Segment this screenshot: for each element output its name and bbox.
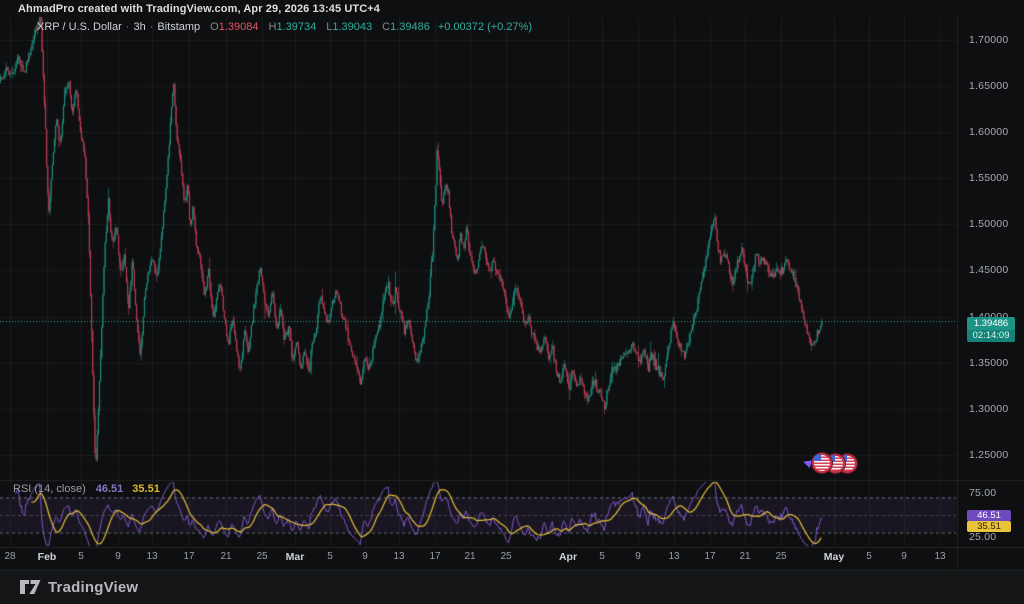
time-tick-label: 13 [668, 551, 679, 562]
open-value: 1.39084 [219, 21, 259, 33]
rsi-ma-value: 35.51 [132, 483, 160, 495]
time-tick-label: 17 [183, 551, 194, 562]
axis-tick-label: 1.70000 [969, 34, 1008, 46]
high-value: 1.39734 [276, 21, 316, 33]
time-tick-label: 9 [635, 551, 641, 562]
last-price-value: 1.39486 [967, 317, 1015, 330]
interval-label: 3h [133, 21, 145, 33]
axis-tick-label: 1.25000 [969, 449, 1008, 461]
open-label: O [210, 21, 219, 33]
exchange-label: Bitstamp [157, 21, 200, 33]
rsi-indicator-legend[interactable]: RSI (14, close) 46.51 35.51 [13, 483, 160, 495]
time-tick-label: 5 [78, 551, 84, 562]
legend-separator: · [150, 21, 154, 33]
last-price-axis-label: 1.39486 02:14:09 [967, 317, 1015, 342]
time-tick-label: 17 [704, 551, 715, 562]
time-tick-label: 25 [500, 551, 511, 562]
axis-tick-label: 1.50000 [969, 218, 1008, 230]
close-label: C [382, 21, 390, 33]
axis-tick-label: 75.00 [969, 487, 996, 499]
time-tick-label: 25 [775, 551, 786, 562]
close-value: 1.39486 [390, 21, 430, 33]
symbol-title: XRP / U.S. Dollar [37, 21, 122, 33]
time-tick-label: 25 [256, 551, 267, 562]
time-tick-label: Apr [559, 551, 577, 563]
chart-canvas[interactable] [0, 0, 1024, 604]
axis-tick-label: 1.60000 [969, 126, 1008, 138]
tradingview-logo[interactable]: TradingView [20, 578, 138, 596]
footer-bar: TradingView [0, 570, 1024, 604]
price-axis[interactable]: 1.70000 1.65000 1.60000 1.55000 1.50000 1.450… [958, 0, 1024, 570]
time-tick-label: 17 [429, 551, 440, 562]
time-tick-label: 21 [739, 551, 750, 562]
time-tick-label: 9 [901, 551, 907, 562]
tradingview-brand-text: TradingView [48, 579, 138, 596]
rsi-axis-badge: 46.51 [967, 510, 1011, 521]
symbol-legend[interactable]: XRP / U.S. Dollar·3h·BitstampO1.39084H1.… [37, 21, 532, 33]
axis-tick-label: 25.00 [969, 531, 996, 543]
tradingview-chart-window: AhmadPro created with TradingView.com, A… [0, 0, 1024, 604]
time-tick-label: 5 [866, 551, 872, 562]
time-tick-label: 13 [934, 551, 945, 562]
attribution-text: AhmadPro created with TradingView.com, A… [18, 3, 380, 15]
rsi-current-value: 46.51 [96, 483, 124, 495]
time-tick-label: 5 [327, 551, 333, 562]
time-tick-label: 13 [393, 551, 404, 562]
time-tick-label: May [824, 551, 844, 563]
tradingview-logo-icon [20, 578, 41, 596]
time-tick-label: Feb [38, 551, 57, 563]
axis-tick-label: 1.30000 [969, 403, 1008, 415]
time-tick-label: 13 [146, 551, 157, 562]
time-tick-label: 9 [362, 551, 368, 562]
time-axis[interactable]: 28 Feb 5 9 13 17 21 25 Mar 5 9 13 17 21 25 Apr 5 9 13 17 21 2… [0, 548, 956, 570]
rsi-title: RSI (14, close) [13, 483, 86, 495]
axis-tick-label: 1.55000 [969, 172, 1008, 184]
time-tick-label: Mar [286, 551, 305, 563]
flag-sticker-icon[interactable] [812, 453, 832, 473]
rsi-ma-axis-badge: 35.51 [967, 521, 1011, 532]
axis-tick-label: 1.35000 [969, 357, 1008, 369]
time-tick-label: 9 [115, 551, 121, 562]
bar-close-countdown: 02:14:09 [967, 330, 1015, 343]
flag-canton [813, 454, 821, 461]
time-tick-label: 5 [599, 551, 605, 562]
axis-tick-label: 1.65000 [969, 80, 1008, 92]
axis-tick-label: 1.45000 [969, 264, 1008, 276]
time-tick-label: 28 [4, 551, 15, 562]
time-tick-label: 21 [220, 551, 231, 562]
legend-separator: · [126, 21, 130, 33]
time-tick-label: 21 [464, 551, 475, 562]
change-value: +0.00372 (+0.27%) [438, 21, 532, 33]
low-value: 1.39043 [332, 21, 372, 33]
